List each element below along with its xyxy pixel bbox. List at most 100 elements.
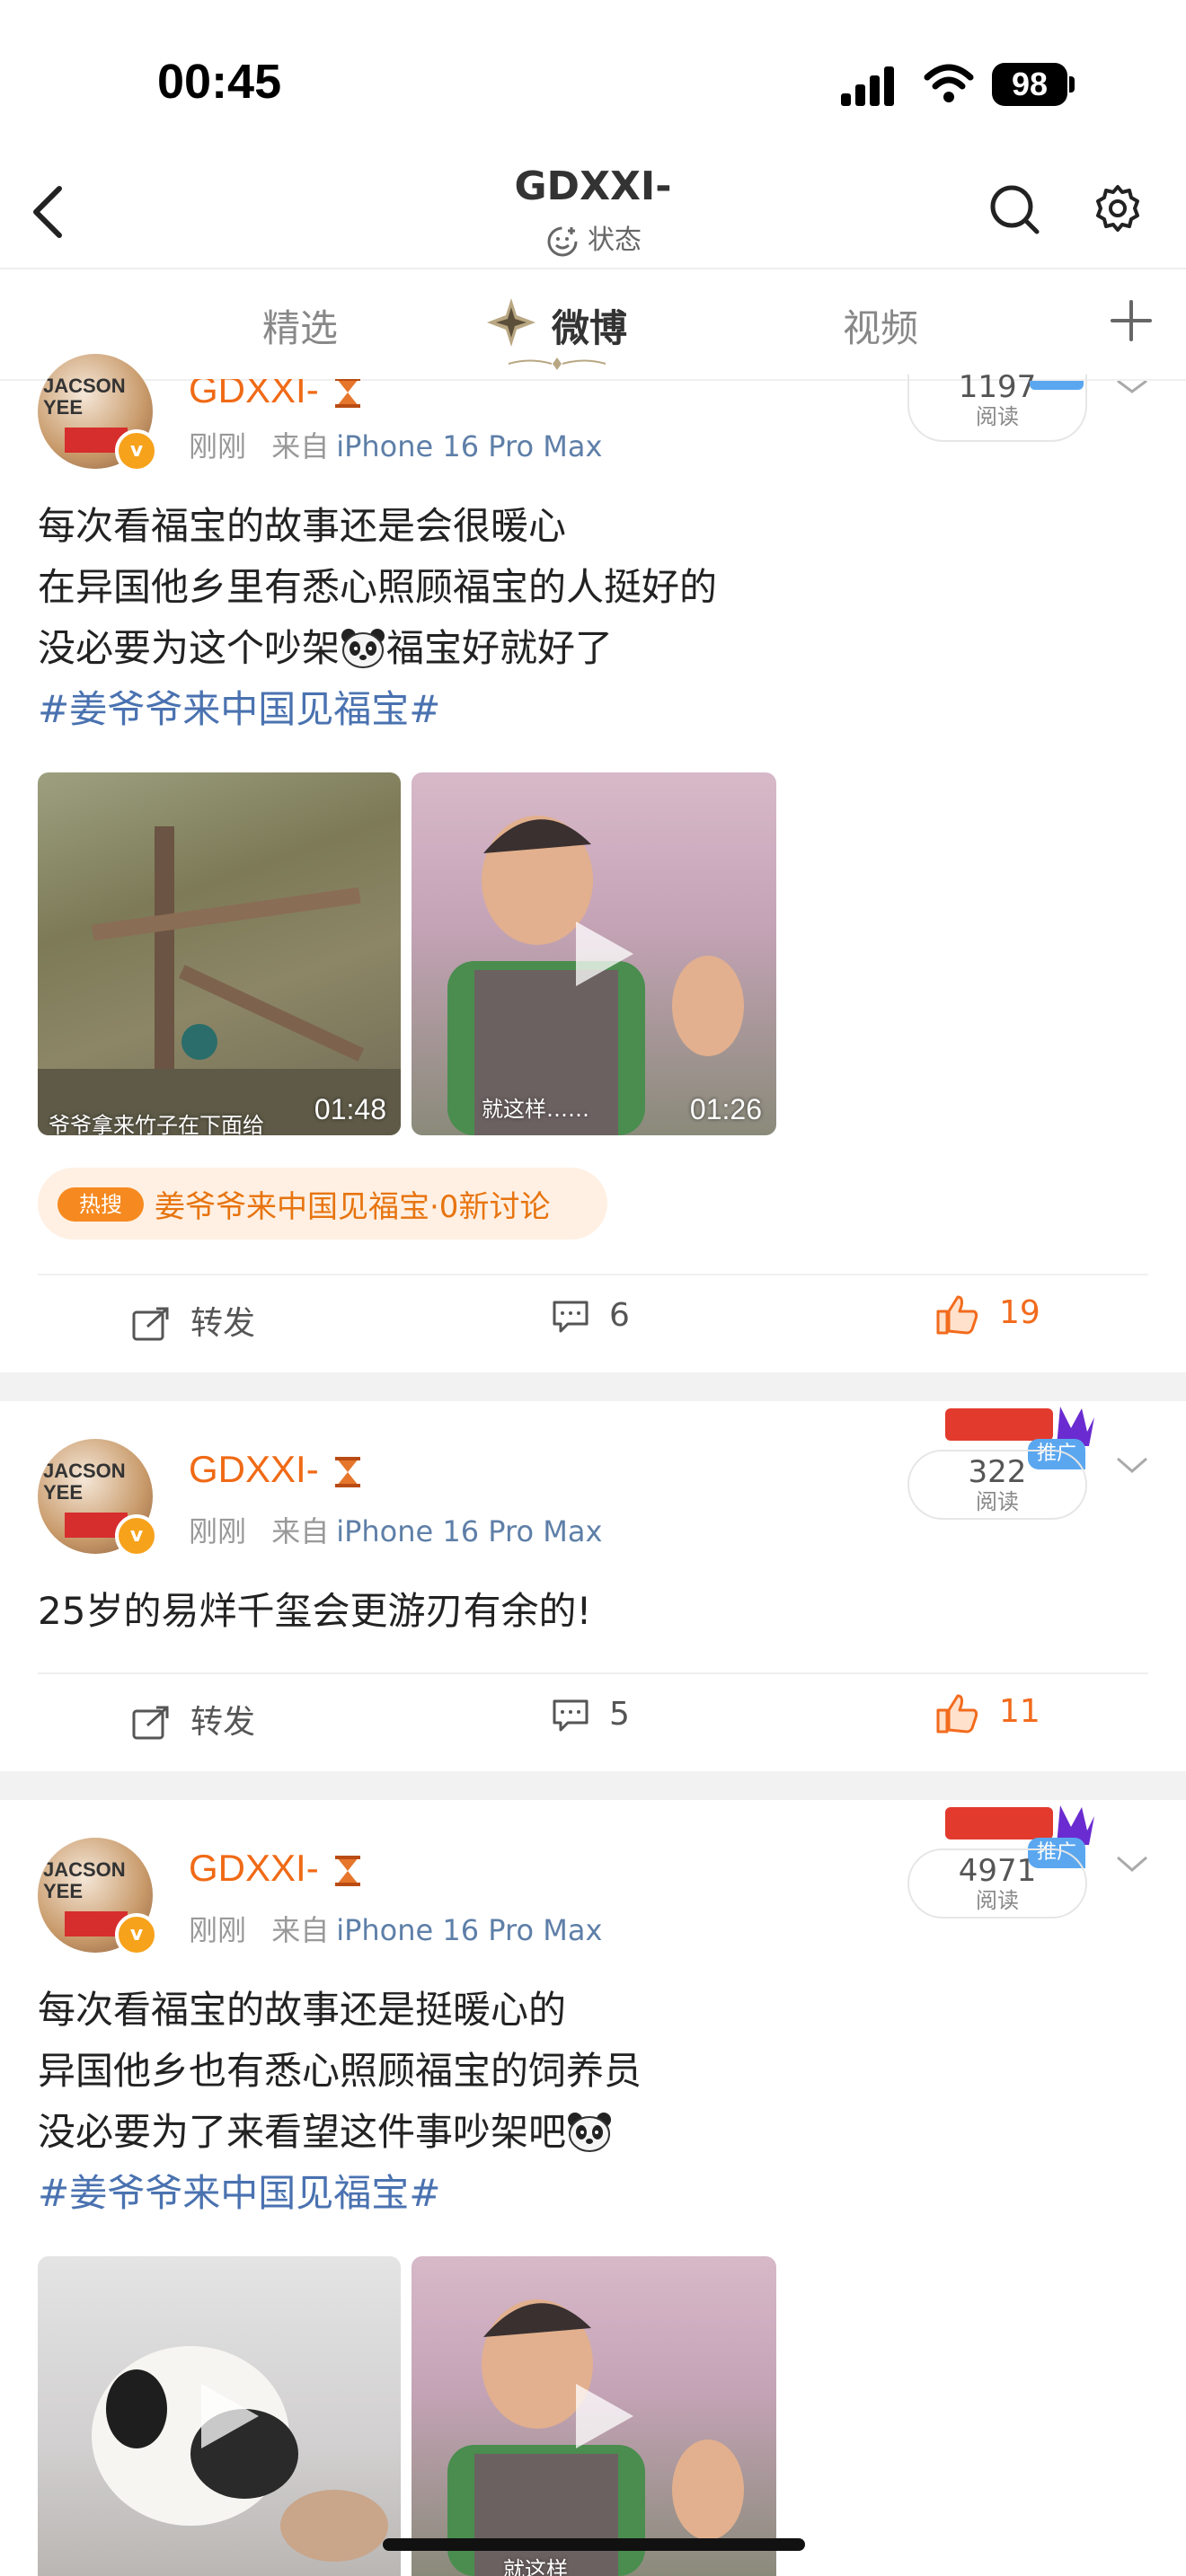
read-count-box: 322 阅读 [907,1450,1087,1520]
hot-search-text: 姜爷爷来中国见福宝·0新讨论 [155,1189,551,1225]
hot-search-badge: 热搜 [58,1187,144,1222]
read-label: 阅读 [976,404,1019,429]
video-duration: 01:26 [689,1093,762,1125]
promo-tag-edge [1030,381,1084,390]
status-smile-icon [547,226,578,256]
video-thumbnail[interactable]: 就这样 [412,2256,776,2576]
post-line: 在异国他乡里有悉心照顾福宝的人挺好的 [38,565,718,609]
post-username[interactable]: GDXXI- [189,379,361,411]
back-arrow-icon[interactable] [27,183,72,241]
topic-link[interactable]: #姜爷爷来中国见福宝# [38,2163,1116,2224]
post-meta: 刚刚 来自 iPhone 16 Pro Max [189,424,602,465]
post-time: 刚刚 [189,429,247,463]
post-source[interactable]: iPhone 16 Pro Max [336,1913,602,1947]
repost-button[interactable]: 转发 [131,1696,255,1742]
post-separator [0,1771,1186,1800]
more-chevron-icon[interactable] [1114,381,1150,393]
repost-button[interactable]: 转发 [131,1297,255,1344]
username-text: GDXXI- [189,1847,319,1889]
verified-badge-icon: v [115,1913,158,1956]
repost-icon [132,1307,169,1341]
battery-level: 98 [992,63,1067,106]
hourglass-icon [335,1855,361,1886]
post-line: 异国他乡也有悉心照顾福宝的饲养员 [38,2049,642,2093]
post-source[interactable]: iPhone 16 Pro Max [336,1514,602,1548]
hot-search-chip[interactable]: 热搜 姜爷爷来中国见福宝·0新讨论 [38,1168,607,1239]
post-username[interactable]: GDXXI- [189,1448,361,1491]
wifi-icon [924,64,974,102]
post-body: 每次看福宝的故事还是挺暖心的 异国他乡也有悉心照顾福宝的饲养员 没必要为了来看望… [38,1980,1116,2224]
video-duration: 01:48 [314,1093,386,1125]
post-time: 刚刚 [189,1913,247,1947]
hourglass-icon [335,1456,361,1487]
post-time: 刚刚 [189,1514,247,1548]
post-body: 25岁的易烊千玺会更游刃有余的! [38,1581,1116,1642]
source-prefix: 来自 [271,429,330,463]
status-button[interactable]: 状态 [503,217,683,260]
post-line: 每次看福宝的故事还是会很暖心 [38,504,567,548]
thumbs-up-icon [936,1295,978,1335]
comment-button[interactable]: 6 [552,1297,630,1335]
post-source[interactable]: iPhone 16 Pro Max [336,429,602,463]
video-thumbnail[interactable] [38,2256,401,2576]
header-divider [0,268,1186,269]
action-divider [38,1672,1148,1674]
avatar-text: JACSON YEE [43,1460,126,1504]
panda-emoji-icon [341,629,385,668]
avatar-text: JACSON YEE [43,375,126,419]
post-line: 每次看福宝的故事还是挺暖心的 [38,1988,567,2032]
source-prefix: 来自 [271,1514,330,1548]
post-line: 没必要为这个吵架 福宝好就好了 [38,618,1116,679]
post-line: 没必要为了来看望这件事吵架吧 [38,2102,1116,2163]
post-meta: 刚刚 来自 iPhone 16 Pro Max [189,1509,602,1550]
play-icon [576,922,633,986]
more-chevron-icon[interactable] [1114,1453,1150,1477]
comment-count: 5 [609,1696,630,1733]
action-divider [38,1274,1148,1275]
comment-icon [553,1699,589,1732]
video-thumbnail[interactable]: 爷爷拿来竹子在下面给 01:48 [38,772,401,1135]
username-text: GDXXI- [189,1448,319,1490]
battery-cap [1069,76,1075,93]
tab-videos[interactable]: 视频 [843,298,918,353]
comment-icon [553,1301,589,1333]
like-button[interactable]: 11 [934,1692,1040,1734]
like-button[interactable]: 19 [934,1293,1040,1335]
add-tab-plus-icon[interactable] [1107,296,1155,345]
topic-link[interactable]: #姜爷爷来中国见福宝# [38,679,1116,740]
read-count-box: 4971 阅读 [907,1848,1087,1919]
repost-label: 转发 [190,1305,256,1342]
panda-emoji-icon [568,2113,612,2152]
like-count: 11 [999,1693,1040,1730]
verified-badge-icon: v [115,429,158,472]
status-time: 00:45 [157,55,282,109]
more-chevron-icon[interactable] [1114,1852,1150,1875]
tab-weibo[interactable]: 微博 [552,298,627,353]
cellular-signal-icon [841,65,902,106]
play-icon [201,2384,259,2448]
repost-icon [132,1706,169,1740]
thumbs-up-icon [936,1694,978,1734]
page-title: GDXXI- [514,163,672,209]
post-body: 每次看福宝的故事还是会很暖心 在异国他乡里有悉心照顾福宝的人挺好的 没必要为这个… [38,496,1116,740]
play-icon [576,2384,633,2448]
search-icon[interactable] [988,183,1042,237]
bamboo-frame-illustration [38,826,401,1135]
status-label: 状态 [588,225,642,256]
repost-label: 转发 [190,1704,256,1741]
video-caption: 就这样 [503,2557,568,2576]
comment-button[interactable]: 5 [552,1696,630,1734]
post-separator [0,1372,1186,1401]
comment-count: 6 [609,1297,630,1334]
verified-badge-icon: v [115,1514,158,1557]
video-thumbnail[interactable]: 就这样…… 01:26 [412,772,776,1135]
avatar-text: JACSON YEE [43,1858,126,1902]
post-meta: 刚刚 来自 iPhone 16 Pro Max [189,1908,602,1949]
tab-featured[interactable]: 精选 [262,298,338,353]
read-count: 4971 [958,1853,1037,1889]
settings-gear-icon[interactable] [1093,183,1143,234]
post-username[interactable]: GDXXI- [189,1847,361,1890]
home-indicator[interactable] [383,2538,805,2551]
read-label: 阅读 [976,1888,1019,1913]
post-line-text: 福宝好就好了 [386,626,614,670]
